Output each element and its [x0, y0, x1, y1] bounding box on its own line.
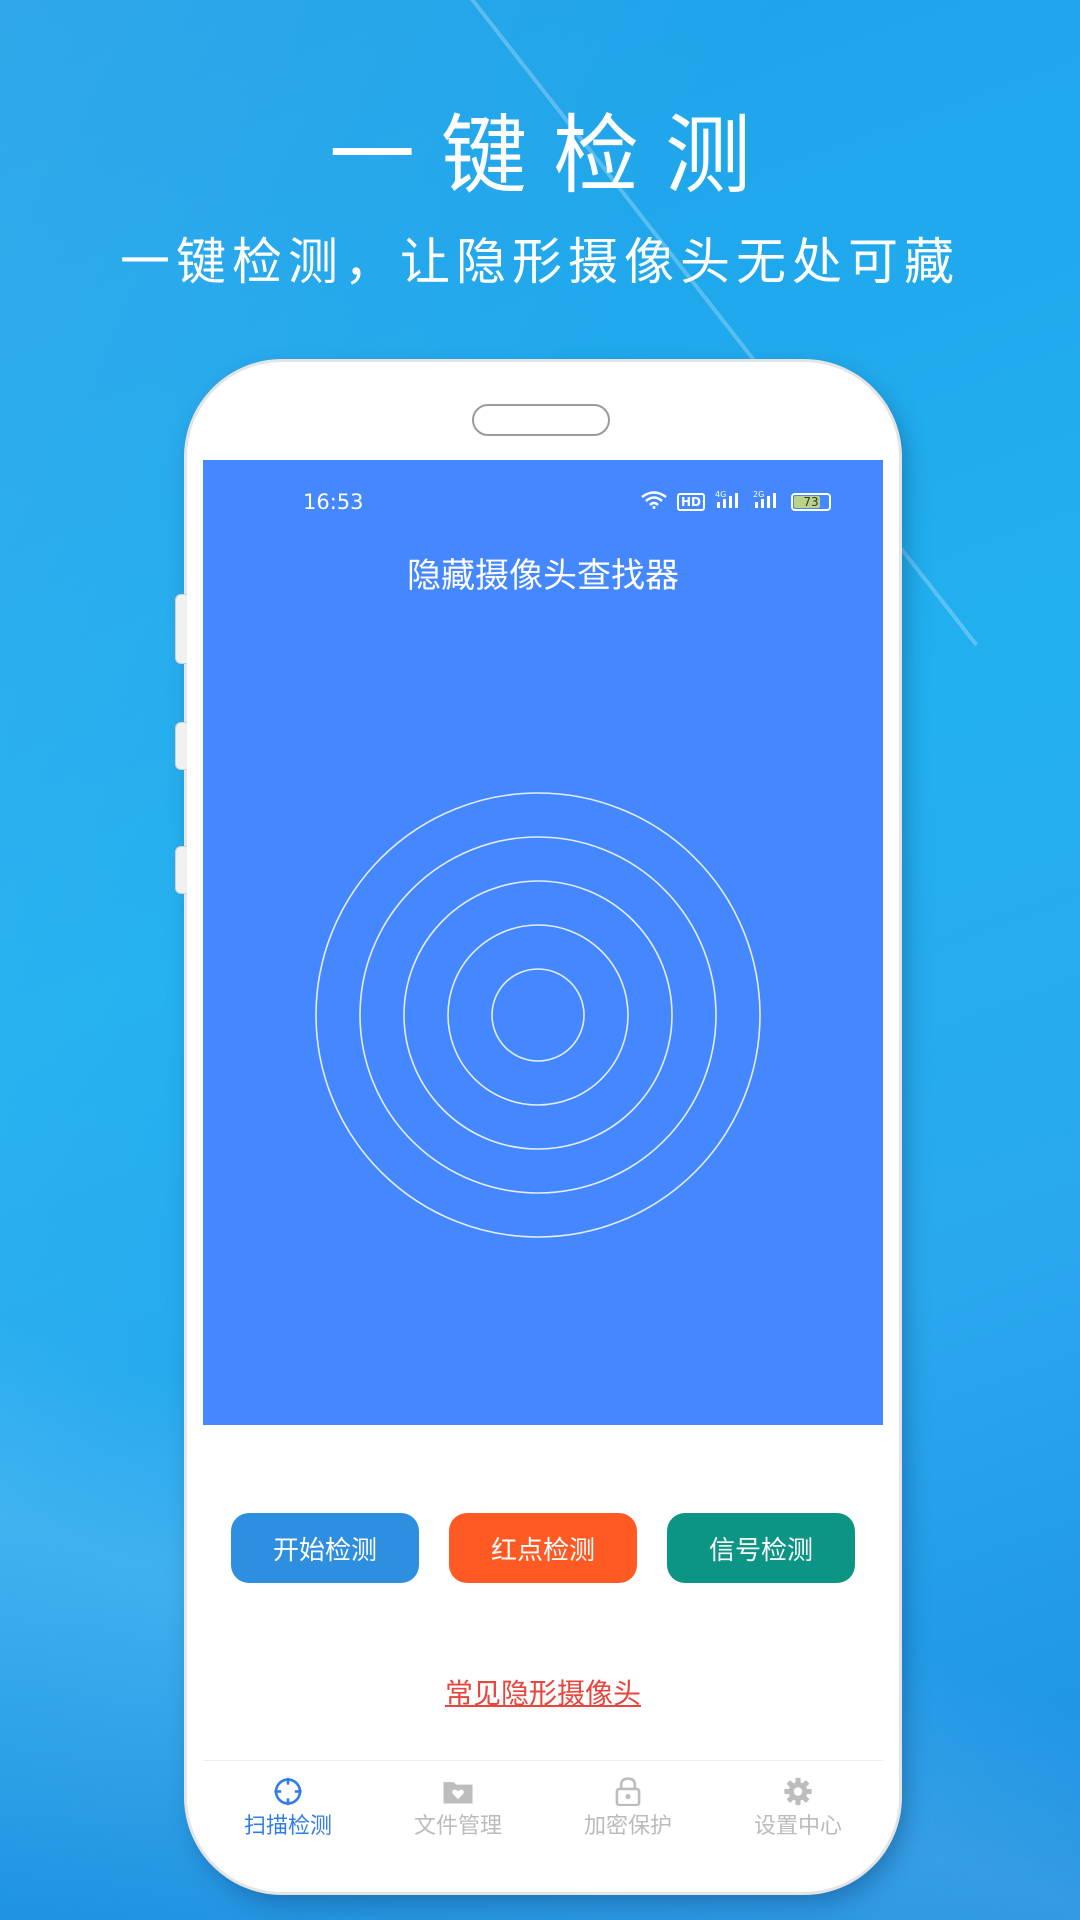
scan-panel: 16:53 HD 4G 2G 73 隐藏摄像头查找器 [203, 460, 883, 1425]
tab-label: 加密保护 [583, 1814, 672, 1839]
battery-level: 73 [803, 495, 819, 509]
phone-side-button [175, 722, 187, 770]
signal-2g-icon: 2G [753, 490, 781, 514]
phone-side-button [175, 594, 187, 664]
status-time: 16:53 [303, 490, 364, 514]
status-icons: HD 4G 2G 73 [641, 490, 831, 514]
radar-rings [315, 792, 761, 1238]
gear-icon [784, 1777, 812, 1806]
red-dot-detection-button[interactable]: 红点检测 [449, 1513, 637, 1583]
folder-heart-icon [443, 1782, 473, 1804]
tab-encryption[interactable]: 加密保护 [543, 1761, 713, 1840]
phone-speaker [472, 404, 610, 436]
tab-label: 扫描检测 [243, 1814, 332, 1839]
wifi-icon [641, 491, 667, 513]
start-detection-button[interactable]: 开始检测 [231, 1513, 419, 1583]
signal-detection-button[interactable]: 信号检测 [667, 1513, 855, 1583]
tab-settings[interactable]: 设置中心 [713, 1761, 883, 1840]
tab-label: 文件管理 [413, 1814, 502, 1839]
tab-files[interactable]: 文件管理 [373, 1761, 543, 1840]
battery-icon: 73 [791, 493, 831, 511]
phone-side-button [175, 846, 187, 894]
bottom-tab-bar: 扫描检测 文件管理 加密保护 设置中心 [203, 1760, 883, 1840]
tab-scan[interactable]: 扫描检测 [203, 1761, 373, 1840]
crosshair-icon [274, 1777, 302, 1806]
hd-icon: HD [676, 493, 705, 511]
promo-title: 一键检测 [329, 106, 777, 206]
lock-icon [615, 1777, 641, 1806]
action-buttons: 开始检测 红点检测 信号检测 [231, 1513, 855, 1583]
app-title: 隐藏摄像头查找器 [407, 556, 679, 596]
app-screen: 16:53 HD 4G 2G 73 隐藏摄像头查找器 开始检测 红点检测 信号检… [203, 460, 883, 1840]
phone-mockup: 16:53 HD 4G 2G 73 隐藏摄像头查找器 开始检测 红点检测 信号检… [175, 362, 899, 1892]
svg-text:2G: 2G [753, 490, 764, 499]
tab-label: 设置中心 [753, 1814, 842, 1839]
signal-4g-icon: 4G [715, 490, 743, 514]
promo-subtitle: 一键检测，让隐形摄像头无处可藏 [120, 233, 960, 291]
svg-text:4G: 4G [715, 490, 726, 499]
common-cameras-link[interactable]: 常见隐形摄像头 [203, 1672, 883, 1712]
